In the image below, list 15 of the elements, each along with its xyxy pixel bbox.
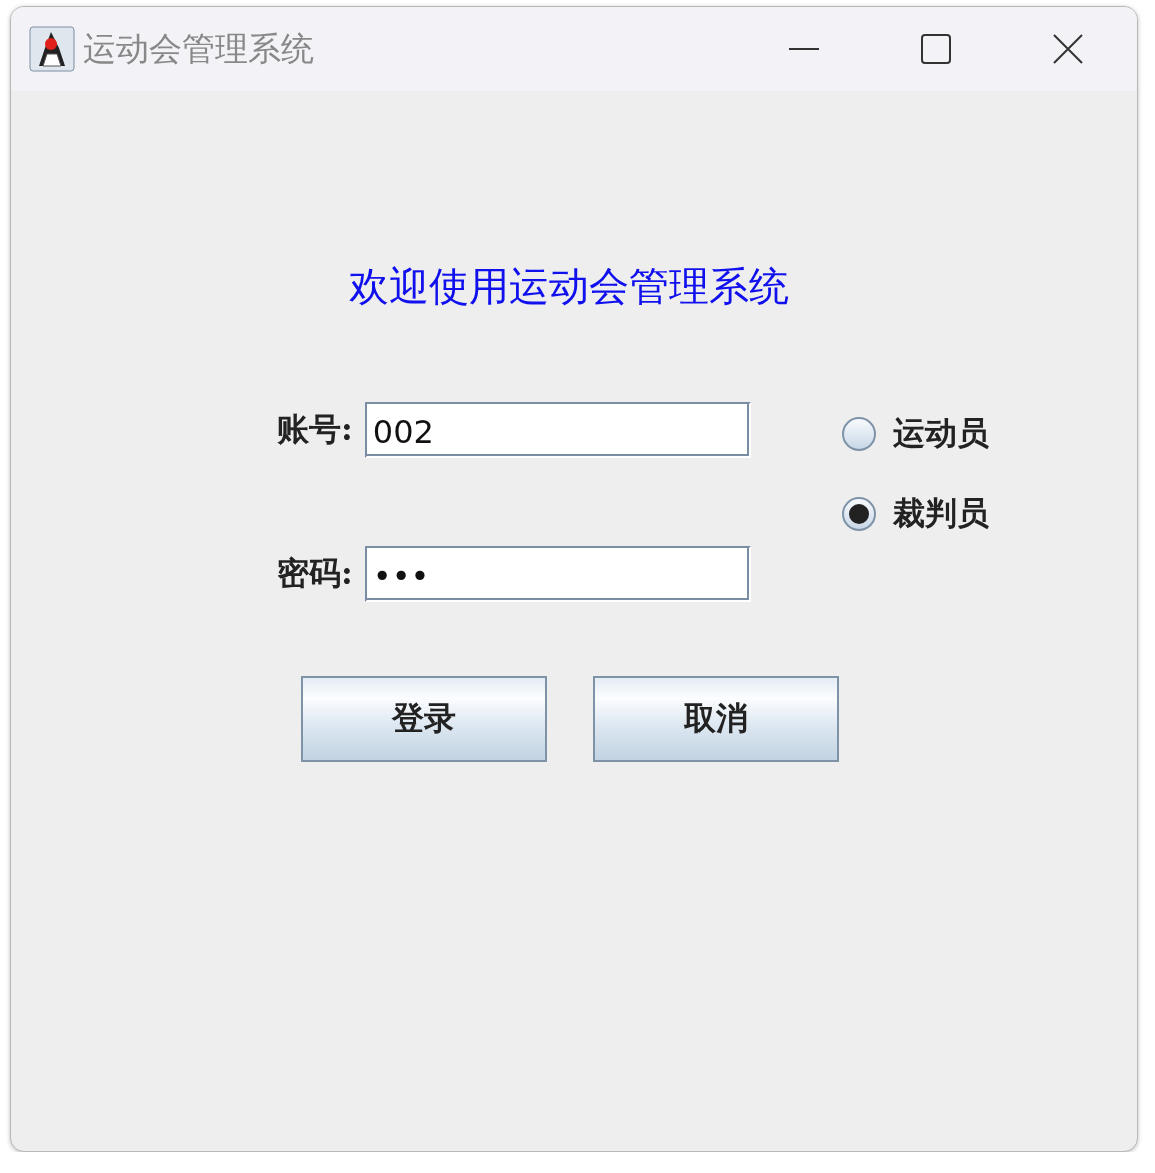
maximize-icon[interactable]	[919, 32, 953, 66]
field-label: 账号:	[277, 409, 353, 450]
radio-button[interactable]	[840, 416, 877, 452]
radio-label: 运动员	[892, 413, 989, 454]
close-icon[interactable]	[1051, 32, 1085, 66]
radio-button[interactable]	[840, 496, 877, 532]
cancel-button[interactable]: 取消	[593, 676, 839, 762]
welcome-heading: 欢迎使用运动会管理系统	[348, 262, 790, 311]
password-field[interactable]: •••	[364, 546, 751, 602]
field-label: 密码:	[277, 553, 353, 594]
window-title: 运动会管理系统	[83, 27, 314, 70]
login-button[interactable]: 登录	[301, 676, 547, 762]
radio-label: 裁判员	[892, 493, 989, 534]
account-field[interactable]: 002	[364, 402, 751, 458]
app-icon	[29, 26, 75, 72]
